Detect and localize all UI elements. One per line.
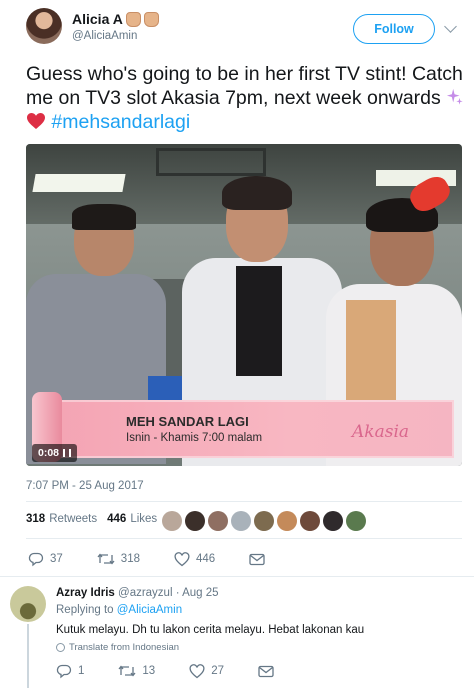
reply-actions: 1 13 27 bbox=[56, 663, 274, 679]
akasia-logo: Akasia bbox=[352, 422, 410, 442]
video-duration-badge[interactable]: 0:08 bbox=[32, 444, 78, 462]
chevron-down-icon[interactable] bbox=[444, 20, 457, 33]
liker-avatar[interactable] bbox=[254, 511, 274, 531]
tweet-text: Guess who's going to be in her first TV … bbox=[26, 62, 466, 134]
reply-author-name[interactable]: Azray Idris bbox=[56, 587, 115, 599]
heart-emoji-icon bbox=[27, 113, 45, 129]
author-name[interactable]: Alicia A bbox=[72, 11, 123, 27]
hashtag-link[interactable]: #mehsandarlagi bbox=[51, 111, 190, 133]
liker-avatar[interactable] bbox=[346, 511, 366, 531]
retweet-button[interactable]: 13 bbox=[118, 664, 155, 678]
envelope-icon bbox=[249, 553, 265, 565]
reply-author-avatar[interactable] bbox=[10, 586, 46, 622]
replying-to: Replying to @AliciaAmin bbox=[56, 604, 183, 616]
video-duration: 0:08 bbox=[38, 447, 60, 459]
retweets-stat[interactable]: 318 Retweets bbox=[26, 513, 97, 525]
like-count: 446 bbox=[195, 553, 216, 565]
reply-button[interactable]: 1 bbox=[56, 663, 84, 679]
reply-text: Kutuk melayu. Dh tu lakon cerita melayu.… bbox=[56, 624, 365, 636]
clap-emoji-icon bbox=[143, 11, 159, 27]
replying-to-link[interactable]: @AliciaAmin bbox=[117, 604, 182, 616]
liker-avatar[interactable] bbox=[162, 511, 182, 531]
author-handle[interactable]: @AliciaAmin bbox=[72, 30, 137, 42]
divider bbox=[0, 576, 474, 577]
clap-emoji-icon bbox=[125, 11, 141, 27]
reply-count: 1 bbox=[78, 665, 85, 677]
reply-author[interactable]: Azray Idris @azrayzul · Aug 25 bbox=[56, 587, 219, 599]
tweet-actions: 37 318 446 bbox=[28, 551, 265, 567]
liker-avatar[interactable] bbox=[208, 511, 228, 531]
reply-count: 37 bbox=[50, 553, 63, 565]
tweet-timestamp[interactable]: 7:07 PM - 25 Aug 2017 bbox=[26, 480, 144, 492]
like-count: 27 bbox=[211, 665, 224, 677]
like-button[interactable]: 27 bbox=[189, 663, 224, 679]
reply-icon bbox=[28, 552, 44, 567]
divider bbox=[26, 501, 462, 502]
liker-avatar[interactable] bbox=[277, 511, 297, 531]
reply-icon bbox=[56, 664, 72, 679]
heart-icon bbox=[174, 551, 190, 566]
liker-avatar[interactable] bbox=[185, 511, 205, 531]
author-name-line[interactable]: Alicia A bbox=[72, 11, 159, 27]
retweet-count: 318 bbox=[120, 553, 140, 565]
liker-avatar[interactable] bbox=[300, 511, 320, 531]
envelope-icon bbox=[258, 665, 274, 677]
retweet-icon bbox=[97, 553, 115, 565]
tweet-body: Guess who's going to be in her first TV … bbox=[26, 63, 463, 109]
retweet-button[interactable]: 318 bbox=[97, 552, 140, 566]
video-scene-vent bbox=[156, 148, 266, 176]
banner-schedule: Isnin - Khamis 7:00 malam bbox=[126, 432, 263, 444]
retweet-icon bbox=[118, 665, 136, 677]
heart-icon bbox=[189, 663, 205, 678]
engagement-stats: 318 Retweets 446 Likes bbox=[26, 513, 157, 525]
reply-handle-date[interactable]: @azrayzul · Aug 25 bbox=[118, 587, 219, 599]
liker-avatar[interactable] bbox=[231, 511, 251, 531]
message-button[interactable] bbox=[249, 553, 265, 566]
follow-button[interactable]: Follow bbox=[353, 14, 435, 44]
retweet-count: 13 bbox=[142, 665, 156, 677]
likes-stat[interactable]: 446 Likes bbox=[107, 513, 157, 525]
globe-icon bbox=[56, 643, 65, 652]
volume-icon bbox=[63, 449, 72, 457]
video-player[interactable]: MEH SANDAR LAGI Isnin - Khamis 7:00 mala… bbox=[26, 144, 462, 466]
like-button[interactable]: 446 bbox=[174, 551, 216, 567]
banner-title: MEH SANDAR LAGI bbox=[126, 414, 249, 429]
divider bbox=[26, 538, 462, 539]
video-scene-light bbox=[32, 174, 126, 192]
reply-button[interactable]: 37 bbox=[28, 551, 63, 567]
sparkles-icon bbox=[447, 88, 463, 105]
author-avatar[interactable] bbox=[26, 8, 62, 44]
likers-avatars[interactable] bbox=[162, 511, 366, 531]
thread-line bbox=[27, 624, 29, 688]
message-button[interactable] bbox=[258, 665, 274, 678]
translate-link[interactable]: Translate from Indonesian bbox=[56, 642, 179, 653]
liker-avatar[interactable] bbox=[323, 511, 343, 531]
